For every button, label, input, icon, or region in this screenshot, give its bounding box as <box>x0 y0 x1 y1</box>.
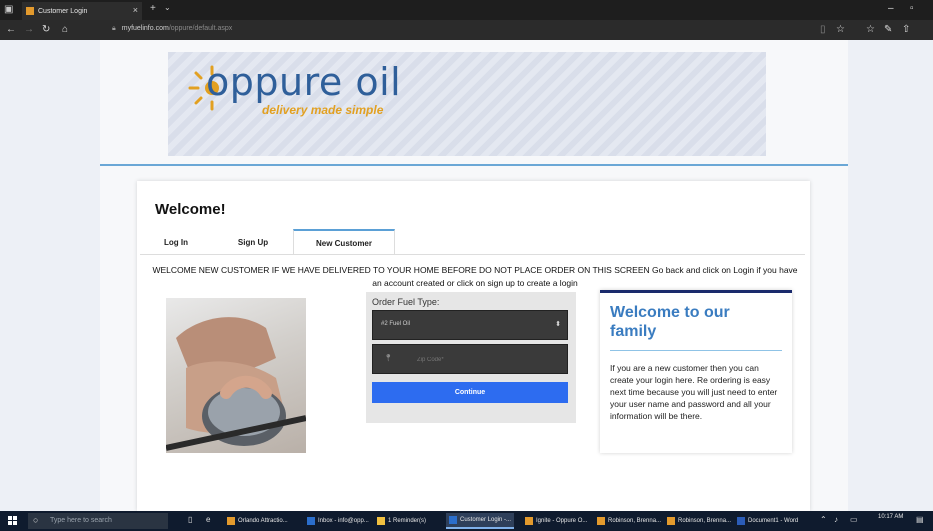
url-domain: myfuelinfo.com <box>121 25 169 32</box>
continue-button[interactable]: Continue <box>372 382 568 403</box>
tab-dropdown-icon[interactable]: ⌄ <box>164 3 171 12</box>
brand-name: oppure oil <box>206 60 402 104</box>
reading-view-icon[interactable]: ▯ <box>820 24 826 35</box>
taskbar-clock[interactable]: 10:17 AM <box>878 514 903 520</box>
share-icon[interactable]: ⇧ <box>902 24 910 35</box>
task-view-icon[interactable]: ▯ <box>188 515 192 524</box>
taskbar-item[interactable]: Inbox - info@opp... <box>304 513 372 529</box>
contact-icon <box>597 517 605 525</box>
tab-title: Customer Login <box>38 7 88 15</box>
edge-app-icon <box>449 516 457 524</box>
restore-icon[interactable]: ▫ <box>910 3 914 14</box>
notifications-icon[interactable]: ▤ <box>916 515 924 524</box>
welcome-panel-text: If you are a new customer then you can c… <box>610 363 778 421</box>
location-pin-icon: 📍︎ <box>384 355 393 362</box>
taskbar-item[interactable]: Customer Login -... <box>446 513 515 529</box>
taskbar-item-label: Document1 - Word <box>748 518 799 524</box>
volume-icon[interactable]: ♪ <box>834 515 838 524</box>
new-tab-icon[interactable]: + <box>150 3 156 14</box>
taskbar-item-label: Inbox - info@opp... <box>318 518 369 524</box>
tab-sign-up[interactable]: Sign Up <box>216 229 290 255</box>
minimize-icon[interactable]: – <box>888 3 894 14</box>
network-icon[interactable]: ▭ <box>850 515 858 524</box>
hand-on-mouse-image <box>166 298 306 453</box>
tab-actions-icon[interactable]: ▣ <box>4 4 13 15</box>
favorite-star-icon[interactable]: ☆ <box>836 24 845 35</box>
taskbar-item[interactable]: Document1 - Word <box>734 513 801 529</box>
page-title: Welcome! <box>155 201 226 218</box>
fuel-type-value: #2 Fuel Oil <box>381 321 411 327</box>
favicon-icon <box>26 7 34 15</box>
tabs-divider <box>140 254 805 255</box>
refresh-icon[interactable]: ↻ <box>42 24 50 35</box>
taskbar-search-placeholder: Type here to search <box>50 517 112 524</box>
system-tray-icon[interactable]: ⌃ <box>820 515 827 524</box>
tab-log-in[interactable]: Log In <box>140 229 212 255</box>
taskbar-item-label: Robinson, Brenna... <box>678 518 732 524</box>
search-icon: ○ <box>33 515 39 525</box>
taskbar-item[interactable]: 1 Reminder(s) <box>374 513 429 529</box>
taskbar-item-label: Orlando Attractio... <box>238 518 288 524</box>
favorites-hub-icon[interactable]: ☆ <box>866 24 875 35</box>
page-info-icon: 🔒︎ <box>112 25 116 32</box>
edge-icon[interactable]: e <box>206 515 210 524</box>
header-divider <box>100 164 848 166</box>
taskbar-item[interactable]: Robinson, Brenna... <box>664 513 734 529</box>
tab-new-customer[interactable]: New Customer <box>293 229 395 255</box>
pen-icon[interactable]: ✎ <box>884 24 892 35</box>
windows-taskbar: ○ Type here to search ▯ e Orlando Attrac… <box>0 511 933 531</box>
fuel-type-label: Order Fuel Type: <box>372 297 440 307</box>
taskbar-item[interactable]: Ignite - Oppure O... <box>522 513 590 529</box>
zip-code-field[interactable]: 📍︎ <box>372 344 568 374</box>
windows-start-icon[interactable] <box>8 516 17 525</box>
zip-code-input[interactable] <box>417 353 557 367</box>
reminder-icon <box>377 517 385 525</box>
taskbar-item-label: Robinson, Brenna... <box>608 518 662 524</box>
taskbar-item[interactable]: Orlando Attractio... <box>224 513 291 529</box>
taskbar-item-label: Ignite - Oppure O... <box>536 518 588 524</box>
word-icon <box>737 517 745 525</box>
url-field[interactable]: 🔒︎ myfuelinfo.com/oppure/default.aspx <box>112 25 232 33</box>
browser-tab[interactable]: Customer Login × <box>22 2 142 20</box>
welcome-panel-divider <box>610 350 782 351</box>
browser-tab-bar: ▣ Customer Login × + ⌄ – ▫ <box>0 0 933 20</box>
app-icon <box>227 517 235 525</box>
taskbar-item-label: Customer Login -... <box>460 517 512 523</box>
taskbar-item[interactable]: Robinson, Brenna... <box>594 513 664 529</box>
select-caret-icon: ⬍ <box>555 321 561 328</box>
new-customer-notice: WELCOME NEW CUSTOMER IF WE HAVE DELIVERE… <box>152 265 798 288</box>
login-tabs: Log In Sign Up New Customer <box>140 229 805 255</box>
url-path: /oppure/default.aspx <box>168 25 233 32</box>
tab-close-icon[interactable]: × <box>133 5 138 15</box>
address-bar: ← → ↻ ⌂ 🔒︎ myfuelinfo.com/oppure/default.… <box>0 20 933 40</box>
brand-tagline: delivery made simple <box>262 103 384 117</box>
taskbar-item-label: 1 Reminder(s) <box>388 518 427 524</box>
forward-icon[interactable]: → <box>24 24 34 35</box>
back-icon[interactable]: ← <box>6 24 16 35</box>
welcome-panel-title: Welcome to our family <box>610 304 730 340</box>
fuel-type-select[interactable]: #2 Fuel Oil ⬍ <box>372 310 568 340</box>
home-icon[interactable]: ⌂ <box>62 24 68 35</box>
app-icon <box>525 517 533 525</box>
outlook-icon <box>307 517 315 525</box>
contact-icon <box>667 517 675 525</box>
taskbar-search[interactable]: ○ Type here to search <box>28 513 168 529</box>
